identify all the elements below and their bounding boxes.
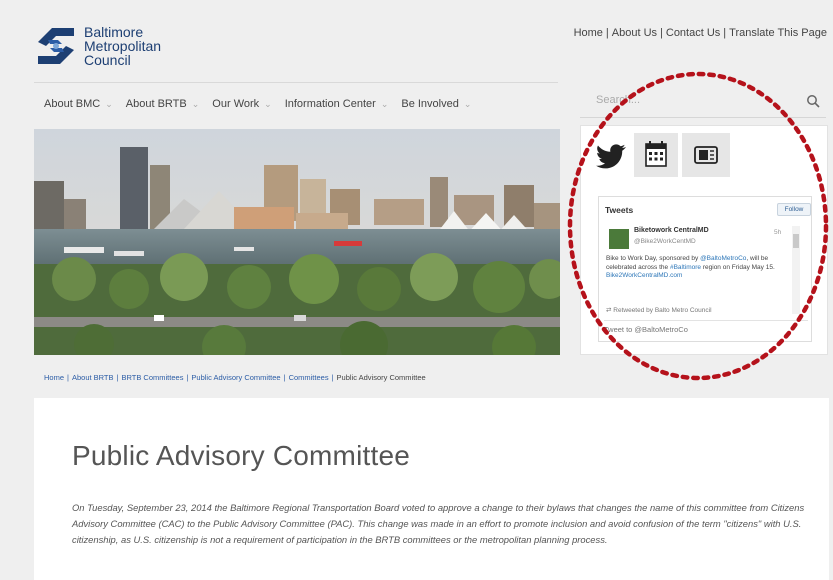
contact-us-link[interactable]: Contact Us <box>666 27 720 39</box>
breadcrumb-link[interactable]: About BRTB <box>72 373 114 382</box>
nav-item-information-center[interactable]: Information Center ⌄ <box>285 98 389 110</box>
logo-line-1: Baltimore <box>84 24 144 40</box>
breadcrumb-link[interactable]: BRTB Committees <box>121 373 183 382</box>
nav-item-label: Information Center <box>284 98 376 110</box>
main-nav: About BMC ⌄ About BRTB ⌄ Our Work ⌄ Informa… <box>44 98 484 110</box>
home-link[interactable]: Home <box>574 27 603 39</box>
separator: | <box>67 373 69 382</box>
page-title: Public Advisory Committee <box>72 440 411 471</box>
breadcrumb-link[interactable]: Home <box>44 373 64 382</box>
retweet-label: Retweeted by Balto Metro Council <box>613 307 712 314</box>
tweet-compose-field[interactable]: Tweet to @BaltoMetroCo <box>604 320 808 338</box>
separator: | <box>283 373 286 382</box>
tweet-text-part: Bike to Work Day, sponsored by <box>606 255 699 262</box>
separator: | <box>605 27 609 39</box>
hero-image-harbor <box>34 129 560 355</box>
chevron-down-icon: ⌄ <box>264 98 272 109</box>
retweet-attribution: ⇄ Retweeted by Balto Metro Council <box>606 306 712 314</box>
logo-icon[interactable] <box>34 24 78 68</box>
nav-item-label: Be Involved <box>401 98 459 110</box>
breadcrumb-link[interactable]: Committees <box>289 373 329 382</box>
news-icon <box>694 146 718 164</box>
timeline-scrollbar[interactable] <box>792 226 800 314</box>
avatar[interactable] <box>609 229 629 249</box>
tweet-url-link[interactable]: Bike2WorkCentralMD.com <box>606 272 682 279</box>
chevron-down-icon: ⌄ <box>380 98 389 109</box>
tweet-timestamp[interactable]: 5h <box>774 229 781 236</box>
separator: | <box>186 373 189 382</box>
tweet-hashtag-link[interactable]: #Baltimore <box>670 264 701 271</box>
search-icon[interactable] <box>806 94 820 108</box>
header-divider <box>34 82 558 83</box>
nav-item-about-brtb[interactable]: About BRTB ⌄ <box>126 98 200 110</box>
separator: | <box>116 373 119 382</box>
tweet-text: Bike to Work Day, sponsored by @BaltoMet… <box>606 255 789 281</box>
follow-button-label: Follow <box>784 206 804 213</box>
logo-line-2: Metropolitan <box>84 38 162 54</box>
body-paragraph: On Tuesday, September 23, 2014 the Balti… <box>72 502 805 545</box>
tab-twitter[interactable] <box>584 133 632 177</box>
tweet-author-name[interactable]: Biketowork CentralMD <box>634 227 709 234</box>
nav-item-about-bmc[interactable]: About BMC ⌄ <box>44 98 113 110</box>
search-placeholder: Search... <box>596 94 641 106</box>
breadcrumb-current: Public Advisory Committee <box>336 373 426 382</box>
content-card <box>34 398 829 580</box>
logo-wordmark[interactable]: Baltimore Metropolitan Council <box>84 25 161 67</box>
utility-links: Home | About Us | Contact Us | Translate This … <box>574 27 827 39</box>
chevron-down-icon: ⌄ <box>463 98 472 109</box>
follow-button[interactable]: Follow <box>777 203 811 216</box>
twitter-icon <box>596 144 626 169</box>
tab-events[interactable] <box>634 133 678 177</box>
tab-news[interactable] <box>682 133 730 177</box>
chevron-down-icon: ⌄ <box>191 98 200 109</box>
tweet-author-handle[interactable]: @Bike2WorkCentMD <box>634 238 696 245</box>
nav-item-label: About BMC <box>44 98 101 110</box>
breadcrumb: Home | About BRTB | BRTB Committees | Public A… <box>44 373 426 382</box>
separator: | <box>331 373 334 382</box>
separator: | <box>723 27 727 39</box>
nav-item-be-involved[interactable]: Be Involved ⌄ <box>401 98 471 110</box>
nav-item-label: About BRTB <box>125 98 187 110</box>
retweet-icon: ⇄ <box>606 307 612 314</box>
breadcrumb-link[interactable]: Public Advisory Committee <box>191 373 280 382</box>
timeline-title: Tweets <box>605 205 634 215</box>
tweet-text-part: region on Friday May 15. <box>701 263 775 271</box>
about-us-link[interactable]: About Us <box>612 27 657 39</box>
separator: | <box>660 27 663 39</box>
nav-item-our-work[interactable]: Our Work ⌄ <box>212 98 271 110</box>
chevron-down-icon: ⌄ <box>105 98 113 109</box>
scrollbar-thumb[interactable] <box>793 234 799 248</box>
translate-link[interactable]: Translate This Page <box>729 27 827 39</box>
nav-item-label: Our Work <box>212 98 260 110</box>
tweet-mention-link[interactable]: @BaltoMetroCo <box>700 255 746 262</box>
calendar-icon <box>645 141 667 167</box>
logo-line-3: Council <box>84 52 131 68</box>
